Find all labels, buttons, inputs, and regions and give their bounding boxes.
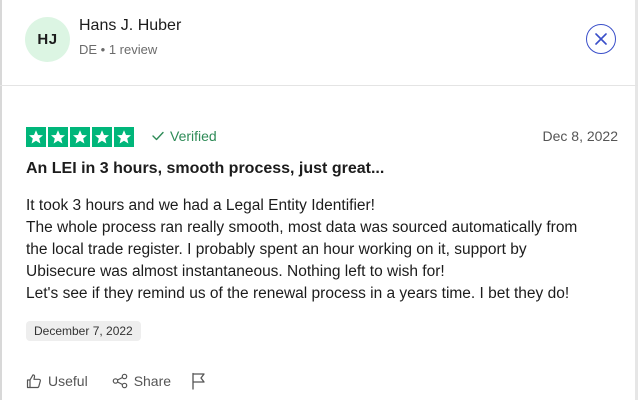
report-button[interactable] [191, 372, 207, 390]
review-body-line: Ubisecure was almost instantaneous. Noth… [26, 263, 445, 280]
close-icon [595, 33, 607, 45]
share-icon [112, 373, 127, 389]
star-icon [26, 127, 46, 147]
review-body-line: It took 3 hours and we had a Legal Entit… [26, 197, 375, 214]
review-actions: Useful Share [26, 372, 207, 390]
review-body: It took 3 hours and we had a Legal Entit… [26, 195, 626, 305]
review-body-line: the local trade register. I probably spe… [26, 241, 527, 258]
thumbs-up-icon [26, 374, 41, 389]
review-body-line: The whole process ran really smooth, mos… [26, 219, 578, 236]
star-rating [26, 127, 134, 147]
reviewer-name[interactable]: Hans J. Huber [79, 17, 181, 35]
reviewer-meta: DE • 1 review [79, 42, 158, 57]
useful-button[interactable]: Useful [26, 373, 88, 389]
star-icon [92, 127, 112, 147]
share-label: Share [133, 373, 172, 389]
star-icon [48, 127, 68, 147]
review-body-line: Let's see if they remind us of the renew… [26, 285, 570, 302]
check-icon [152, 131, 164, 141]
share-button[interactable]: Share [112, 373, 171, 389]
experience-date-badge: December 7, 2022 [26, 321, 141, 341]
avatar: HJ [25, 17, 70, 62]
reviewer-header: HJ Hans J. Huber DE • 1 review [0, 0, 638, 86]
close-button[interactable] [586, 24, 616, 54]
review-title: An LEI in 3 hours, smooth process, just … [26, 160, 385, 177]
review-date: Dec 8, 2022 [542, 128, 619, 144]
verified-label: Verified [170, 128, 217, 144]
verified-badge[interactable]: Verified [152, 128, 217, 144]
flag-icon [192, 372, 205, 390]
star-icon [114, 127, 134, 147]
star-icon [70, 127, 90, 147]
useful-label: Useful [48, 373, 88, 389]
